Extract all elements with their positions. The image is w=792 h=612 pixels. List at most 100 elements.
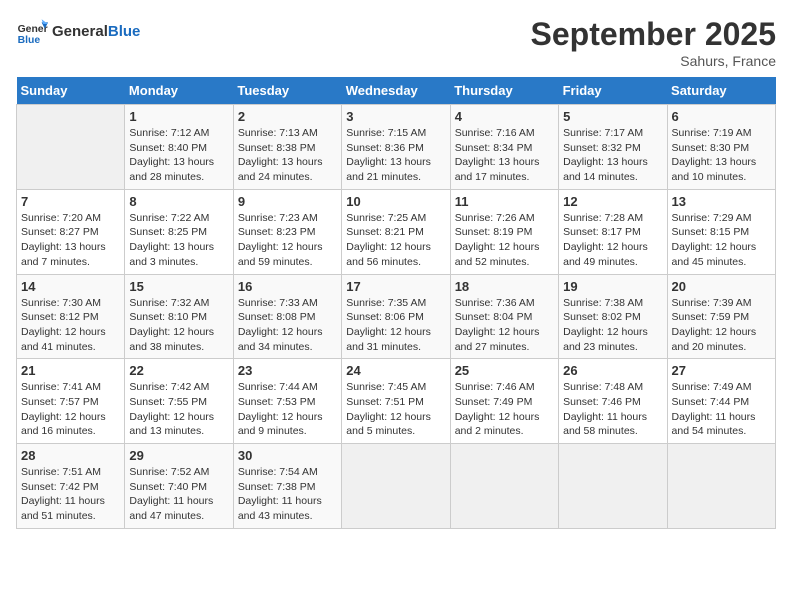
day-number: 9 xyxy=(238,194,337,209)
day-info: Sunrise: 7:33 AMSunset: 8:08 PMDaylight:… xyxy=(238,296,337,355)
day-number: 17 xyxy=(346,279,445,294)
day-info: Sunrise: 7:13 AMSunset: 8:38 PMDaylight:… xyxy=(238,126,337,185)
calendar-week-row: 14 Sunrise: 7:30 AMSunset: 8:12 PMDayligh… xyxy=(17,274,776,359)
calendar-cell: 24 Sunrise: 7:45 AMSunset: 7:51 PMDayligh… xyxy=(342,359,450,444)
calendar-cell: 6 Sunrise: 7:19 AMSunset: 8:30 PMDaylight… xyxy=(667,105,775,190)
day-number: 24 xyxy=(346,363,445,378)
day-number: 5 xyxy=(563,109,662,124)
weekday-header-friday: Friday xyxy=(559,77,667,105)
day-info: Sunrise: 7:23 AMSunset: 8:23 PMDaylight:… xyxy=(238,211,337,270)
calendar-week-row: 7 Sunrise: 7:20 AMSunset: 8:27 PMDaylight… xyxy=(17,189,776,274)
day-info: Sunrise: 7:36 AMSunset: 8:04 PMDaylight:… xyxy=(455,296,554,355)
calendar-cell: 21 Sunrise: 7:41 AMSunset: 7:57 PMDayligh… xyxy=(17,359,125,444)
day-info: Sunrise: 7:15 AMSunset: 8:36 PMDaylight:… xyxy=(346,126,445,185)
day-info: Sunrise: 7:29 AMSunset: 8:15 PMDaylight:… xyxy=(672,211,771,270)
calendar-week-row: 21 Sunrise: 7:41 AMSunset: 7:57 PMDayligh… xyxy=(17,359,776,444)
calendar-cell: 25 Sunrise: 7:46 AMSunset: 7:49 PMDayligh… xyxy=(450,359,558,444)
day-number: 15 xyxy=(129,279,228,294)
day-info: Sunrise: 7:48 AMSunset: 7:46 PMDaylight:… xyxy=(563,380,662,439)
calendar-cell: 8 Sunrise: 7:22 AMSunset: 8:25 PMDaylight… xyxy=(125,189,233,274)
calendar-cell xyxy=(667,444,775,529)
day-number: 4 xyxy=(455,109,554,124)
calendar-cell xyxy=(342,444,450,529)
calendar-cell: 19 Sunrise: 7:38 AMSunset: 8:02 PMDayligh… xyxy=(559,274,667,359)
day-number: 20 xyxy=(672,279,771,294)
day-number: 10 xyxy=(346,194,445,209)
calendar-cell xyxy=(450,444,558,529)
page-header: General Blue GeneralBlue September 2025 … xyxy=(16,16,776,69)
day-info: Sunrise: 7:51 AMSunset: 7:42 PMDaylight:… xyxy=(21,465,120,524)
calendar-cell: 4Sunrise: 7:16 AMSunset: 8:34 PMDaylight… xyxy=(450,105,558,190)
day-info: Sunrise: 7:32 AMSunset: 8:10 PMDaylight:… xyxy=(129,296,228,355)
day-number: 25 xyxy=(455,363,554,378)
day-number: 2 xyxy=(238,109,337,124)
day-info: Sunrise: 7:30 AMSunset: 8:12 PMDaylight:… xyxy=(21,296,120,355)
day-info: Sunrise: 7:19 AMSunset: 8:30 PMDaylight:… xyxy=(672,126,771,185)
day-info: Sunrise: 7:42 AMSunset: 7:55 PMDaylight:… xyxy=(129,380,228,439)
day-info: Sunrise: 7:41 AMSunset: 7:57 PMDaylight:… xyxy=(21,380,120,439)
logo: General Blue GeneralBlue xyxy=(16,16,140,48)
weekday-header-sunday: Sunday xyxy=(17,77,125,105)
day-info: Sunrise: 7:26 AMSunset: 8:19 PMDaylight:… xyxy=(455,211,554,270)
day-info: Sunrise: 7:25 AMSunset: 8:21 PMDaylight:… xyxy=(346,211,445,270)
day-info: Sunrise: 7:17 AMSunset: 8:32 PMDaylight:… xyxy=(563,126,662,185)
calendar-cell: 5 Sunrise: 7:17 AMSunset: 8:32 PMDaylight… xyxy=(559,105,667,190)
day-info: Sunrise: 7:38 AMSunset: 8:02 PMDaylight:… xyxy=(563,296,662,355)
calendar-cell: 23 Sunrise: 7:44 AMSunset: 7:53 PMDayligh… xyxy=(233,359,341,444)
weekday-header-row: SundayMondayTuesdayWednesdayThursdayFrid… xyxy=(17,77,776,105)
weekday-header-thursday: Thursday xyxy=(450,77,558,105)
day-number: 8 xyxy=(129,194,228,209)
logo-icon: General Blue xyxy=(16,16,48,48)
weekday-header-monday: Monday xyxy=(125,77,233,105)
calendar-cell: 1 Sunrise: 7:12 AMSunset: 8:40 PMDaylight… xyxy=(125,105,233,190)
day-number: 30 xyxy=(238,448,337,463)
day-number: 1 xyxy=(129,109,228,124)
calendar-cell: 20Sunrise: 7:39 AMSunset: 7:59 PMDayligh… xyxy=(667,274,775,359)
calendar-cell: 13 Sunrise: 7:29 AMSunset: 8:15 PMDayligh… xyxy=(667,189,775,274)
calendar-cell: 12 Sunrise: 7:28 AMSunset: 8:17 PMDayligh… xyxy=(559,189,667,274)
day-number: 14 xyxy=(21,279,120,294)
day-number: 19 xyxy=(563,279,662,294)
day-number: 27 xyxy=(672,363,771,378)
day-info: Sunrise: 7:12 AMSunset: 8:40 PMDaylight:… xyxy=(129,126,228,185)
svg-text:Blue: Blue xyxy=(18,35,41,46)
day-number: 6 xyxy=(672,109,771,124)
day-info: Sunrise: 7:52 AMSunset: 7:40 PMDaylight:… xyxy=(129,465,228,524)
day-number: 11 xyxy=(455,194,554,209)
day-info: Sunrise: 7:54 AMSunset: 7:38 PMDaylight:… xyxy=(238,465,337,524)
day-number: 13 xyxy=(672,194,771,209)
day-number: 16 xyxy=(238,279,337,294)
day-info: Sunrise: 7:45 AMSunset: 7:51 PMDaylight:… xyxy=(346,380,445,439)
weekday-header-wednesday: Wednesday xyxy=(342,77,450,105)
calendar-cell: 10 Sunrise: 7:25 AMSunset: 8:21 PMDayligh… xyxy=(342,189,450,274)
title-block: September 2025 Sahurs, France xyxy=(531,16,776,69)
day-number: 28 xyxy=(21,448,120,463)
calendar-cell: 26Sunrise: 7:48 AMSunset: 7:46 PMDayligh… xyxy=(559,359,667,444)
weekday-header-saturday: Saturday xyxy=(667,77,775,105)
calendar-cell: 3Sunrise: 7:15 AMSunset: 8:36 PMDaylight… xyxy=(342,105,450,190)
month-title: September 2025 xyxy=(531,16,776,53)
day-info: Sunrise: 7:46 AMSunset: 7:49 PMDaylight:… xyxy=(455,380,554,439)
calendar-cell xyxy=(559,444,667,529)
day-info: Sunrise: 7:44 AMSunset: 7:53 PMDaylight:… xyxy=(238,380,337,439)
calendar-cell: 15 Sunrise: 7:32 AMSunset: 8:10 PMDayligh… xyxy=(125,274,233,359)
calendar-cell: 11 Sunrise: 7:26 AMSunset: 8:19 PMDayligh… xyxy=(450,189,558,274)
calendar-cell: 30 Sunrise: 7:54 AMSunset: 7:38 PMDayligh… xyxy=(233,444,341,529)
day-number: 21 xyxy=(21,363,120,378)
calendar-week-row: 1 Sunrise: 7:12 AMSunset: 8:40 PMDaylight… xyxy=(17,105,776,190)
calendar-cell: 29Sunrise: 7:52 AMSunset: 7:40 PMDayligh… xyxy=(125,444,233,529)
day-info: Sunrise: 7:22 AMSunset: 8:25 PMDaylight:… xyxy=(129,211,228,270)
calendar-cell: 2 Sunrise: 7:13 AMSunset: 8:38 PMDaylight… xyxy=(233,105,341,190)
weekday-header-tuesday: Tuesday xyxy=(233,77,341,105)
day-info: Sunrise: 7:20 AMSunset: 8:27 PMDaylight:… xyxy=(21,211,120,270)
calendar-cell xyxy=(17,105,125,190)
day-info: Sunrise: 7:28 AMSunset: 8:17 PMDaylight:… xyxy=(563,211,662,270)
calendar-cell: 17Sunrise: 7:35 AMSunset: 8:06 PMDayligh… xyxy=(342,274,450,359)
day-number: 22 xyxy=(129,363,228,378)
day-number: 23 xyxy=(238,363,337,378)
day-number: 12 xyxy=(563,194,662,209)
location-subtitle: Sahurs, France xyxy=(531,53,776,69)
day-number: 7 xyxy=(21,194,120,209)
day-number: 18 xyxy=(455,279,554,294)
logo-text: GeneralBlue xyxy=(52,24,140,41)
